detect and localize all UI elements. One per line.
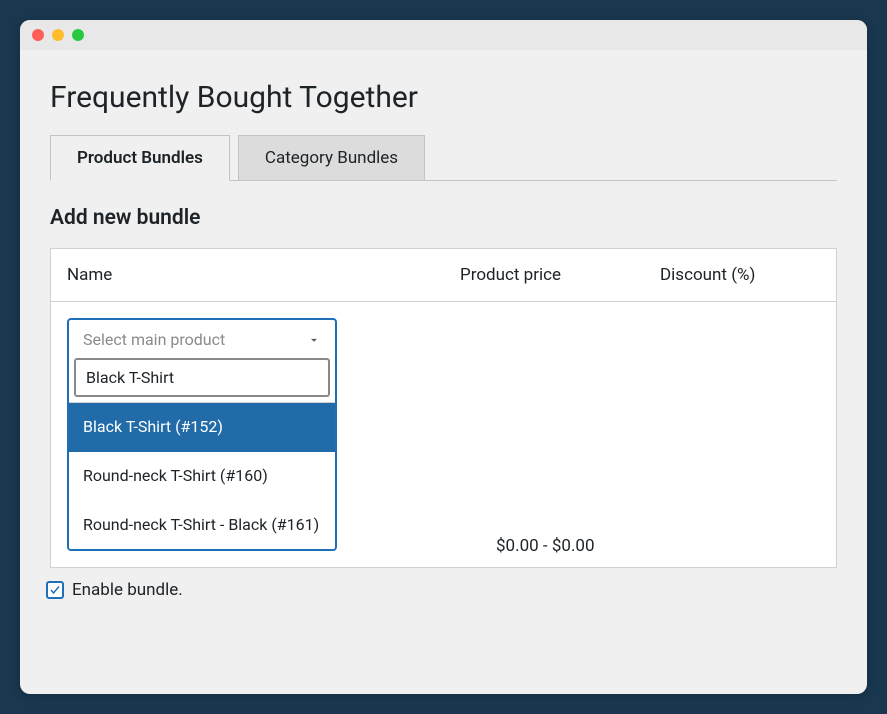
dropdown-option[interactable]: Round-neck T-Shirt (#160) — [69, 452, 335, 501]
enable-bundle-row: Enable bundle. — [46, 580, 837, 600]
checkmark-icon — [49, 584, 61, 596]
titlebar — [20, 20, 867, 50]
select-placeholder: Select main product — [83, 330, 225, 349]
close-window-button[interactable] — [32, 29, 44, 41]
product-search-input[interactable] — [75, 359, 329, 396]
product-select-container: Select main product Black T-Shirt (#152)… — [67, 318, 337, 551]
table-body: Select main product Black T-Shirt (#152)… — [51, 302, 836, 567]
price-range-display: $0.00 - $0.00 — [496, 536, 595, 556]
select-search-row — [69, 359, 335, 402]
page-title: Frequently Bought Together — [50, 80, 837, 115]
dropdown-option[interactable]: Round-neck T-Shirt - Black (#161) — [69, 501, 335, 550]
tab-product-bundles[interactable]: Product Bundles — [50, 135, 230, 181]
minimize-window-button[interactable] — [52, 29, 64, 41]
bundle-table: Name Product price Discount (%) Select m… — [50, 248, 837, 568]
app-window: Frequently Bought Together Product Bundl… — [20, 20, 867, 694]
maximize-window-button[interactable] — [72, 29, 84, 41]
column-header-name: Name — [67, 265, 460, 285]
tabs-container: Product Bundles Category Bundles — [50, 135, 837, 181]
content-area: Frequently Bought Together Product Bundl… — [20, 50, 867, 600]
enable-bundle-label: Enable bundle. — [72, 580, 183, 600]
dropdown-option[interactable]: Black T-Shirt (#152) — [69, 403, 335, 452]
tab-category-bundles[interactable]: Category Bundles — [238, 135, 425, 180]
section-title: Add new bundle — [50, 206, 837, 230]
product-select[interactable]: Select main product Black T-Shirt (#152)… — [67, 318, 337, 551]
table-header: Name Product price Discount (%) — [51, 249, 836, 302]
chevron-down-icon — [307, 333, 321, 347]
select-header[interactable]: Select main product — [69, 320, 335, 359]
column-header-price: Product price — [460, 265, 660, 285]
column-header-discount: Discount (%) — [660, 265, 820, 285]
dropdown-list: Black T-Shirt (#152) Round-neck T-Shirt … — [69, 402, 335, 549]
enable-bundle-checkbox[interactable] — [46, 581, 64, 599]
